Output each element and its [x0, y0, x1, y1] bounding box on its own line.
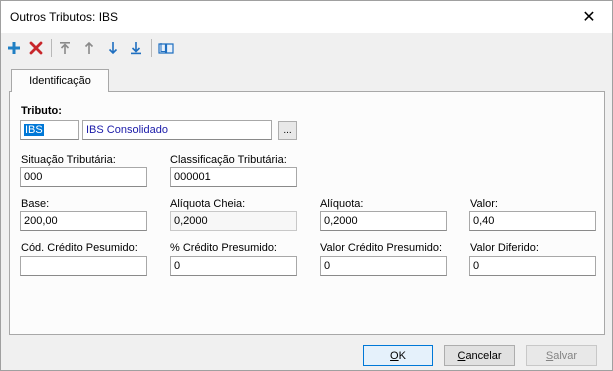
- cancel-button[interactable]: Cancelar: [444, 345, 515, 366]
- aliquota-cheia-value: 0,2000: [174, 215, 208, 227]
- move-last-icon: [131, 42, 141, 55]
- valor-field[interactable]: 0,40: [469, 211, 596, 231]
- classificacao-field[interactable]: 000001: [170, 167, 297, 187]
- move-last-button[interactable]: [126, 38, 146, 58]
- dialog-window: Outros Tributos: IBS ✕ Identificação Tri…: [0, 0, 613, 371]
- valor-label: Valor:: [470, 198, 498, 210]
- cancel-label: ancelar: [465, 349, 502, 362]
- toolbar: [1, 34, 612, 62]
- close-icon: ✕: [582, 8, 596, 26]
- valor-credito-value: 0: [324, 260, 331, 272]
- move-down-button[interactable]: [103, 38, 123, 58]
- ok-label: K: [398, 349, 406, 362]
- tab-panel-identificacao: Tributo: IBS IBS Consolidado ... Situaçã…: [9, 91, 605, 335]
- cod-credito-field[interactable]: [20, 256, 147, 276]
- move-first-icon: [60, 42, 70, 54]
- book-icon: [158, 43, 174, 54]
- save-label: alvar: [553, 349, 578, 362]
- tab-label: Identificação: [29, 75, 91, 87]
- base-value: 200,00: [24, 215, 58, 227]
- move-first-button[interactable]: [55, 38, 75, 58]
- tributo-code-value: IBS: [24, 124, 44, 136]
- tributo-label: Tributo:: [21, 105, 62, 117]
- aliquota-value: 0,2000: [324, 215, 358, 227]
- tributo-lookup-button[interactable]: ...: [278, 121, 297, 140]
- valor-credito-field[interactable]: 0: [320, 256, 447, 276]
- toolbar-separator: [51, 39, 52, 57]
- valor-diferido-label: Valor Diferido:: [470, 242, 539, 254]
- save-button[interactable]: Salvar: [526, 345, 597, 366]
- window-title: Outros Tributos: IBS: [10, 10, 119, 24]
- situacao-value: 000: [24, 171, 43, 183]
- pct-credito-label: % Crédito Presumido:: [170, 242, 277, 254]
- close-button[interactable]: ✕: [566, 1, 612, 32]
- tributo-description-value: IBS Consolidado: [86, 124, 168, 136]
- tributo-code-field[interactable]: IBS: [20, 120, 79, 140]
- add-icon: [8, 42, 20, 54]
- move-up-button[interactable]: [79, 38, 99, 58]
- delete-button[interactable]: [26, 38, 46, 58]
- add-button[interactable]: [4, 38, 24, 58]
- aliquota-field[interactable]: 0,2000: [320, 211, 447, 231]
- valor-credito-label: Valor Crédito Presumido:: [320, 242, 443, 254]
- pct-credito-value: 0: [174, 260, 181, 272]
- title-bar: Outros Tributos: IBS ✕: [1, 1, 612, 33]
- aliquota-label: Alíquota:: [320, 198, 364, 210]
- tributo-description-field[interactable]: IBS Consolidado: [82, 120, 272, 140]
- ok-button[interactable]: OK: [363, 345, 433, 366]
- save-accel: S: [545, 349, 554, 362]
- cancel-accel: C: [457, 349, 466, 362]
- aliquota-cheia-field[interactable]: 0,2000: [170, 211, 297, 231]
- cod-credito-label: Cód. Crédito Pesumido:: [21, 242, 138, 254]
- situacao-field[interactable]: 000: [20, 167, 147, 187]
- tab-identificacao[interactable]: Identificação: [11, 69, 109, 92]
- book-button[interactable]: [156, 38, 176, 58]
- toolbar-separator: [151, 39, 152, 57]
- situacao-label: Situação Tributária:: [21, 154, 116, 166]
- valor-diferido-field[interactable]: 0: [469, 256, 596, 276]
- valor-value: 0,40: [473, 215, 495, 227]
- pct-credito-field[interactable]: 0: [170, 256, 297, 276]
- base-label: Base:: [21, 198, 50, 210]
- ellipsis-icon: ...: [283, 125, 292, 136]
- ok-accel: O: [390, 349, 399, 362]
- valor-diferido-value: 0: [473, 260, 480, 272]
- move-down-icon: [108, 42, 118, 55]
- classificacao-label: Classificação Tributária:: [170, 154, 287, 166]
- base-field[interactable]: 200,00: [20, 211, 147, 231]
- delete-icon: [29, 41, 43, 55]
- tab-container: Identificação Tributo: IBS IBS Consolida…: [9, 69, 605, 335]
- move-up-icon: [84, 41, 94, 54]
- classificacao-value: 000001: [174, 171, 211, 183]
- aliquota-cheia-label: Alíquota Cheia:: [170, 198, 246, 210]
